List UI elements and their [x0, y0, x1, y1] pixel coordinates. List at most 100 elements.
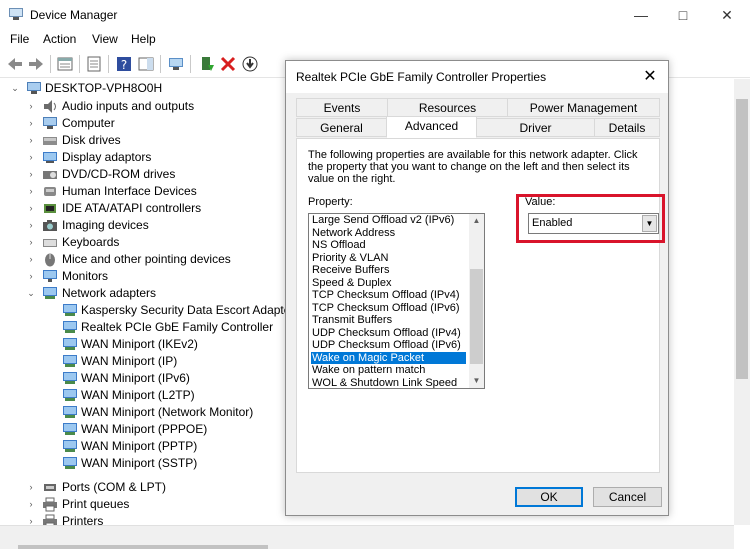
scan-hardware-icon[interactable] [167, 55, 185, 73]
property-item[interactable]: NS Offload [311, 239, 466, 252]
title-bar: Device Manager — □ ✕ [0, 0, 750, 30]
close-icon: ✕ [721, 7, 733, 23]
property-item-selected[interactable]: Wake on Magic Packet [311, 351, 466, 364]
toolbar-separator [108, 55, 109, 73]
chevron-right-icon[interactable]: › [26, 115, 36, 132]
chevron-right-icon[interactable]: › [26, 149, 36, 166]
svg-text:?: ? [121, 58, 127, 72]
tab-details[interactable]: Details [594, 118, 660, 137]
download-icon[interactable] [241, 55, 259, 73]
tab-driver[interactable]: Driver [476, 118, 595, 137]
property-listbox[interactable]: Large Send Offload v2 (IPv6) Network Add… [308, 213, 485, 389]
menu-view[interactable]: View [92, 32, 118, 46]
tab-general[interactable]: General [296, 118, 387, 137]
scrollbar-thumb[interactable] [18, 545, 268, 549]
tree-horizontal-scrollbar[interactable] [0, 525, 734, 549]
tab-events[interactable]: Events [296, 98, 388, 117]
dialog-close-button[interactable]: ✕ [638, 65, 662, 89]
back-arrow-icon[interactable] [6, 55, 24, 73]
menu-file[interactable]: File [10, 32, 29, 46]
chevron-down-icon[interactable]: ⌄ [10, 80, 20, 97]
maximize-button[interactable]: □ [660, 0, 706, 30]
chevron-right-icon[interactable]: › [26, 217, 36, 234]
chevron-right-icon[interactable]: › [26, 513, 36, 525]
tree-item-label: Network adapters [62, 286, 157, 300]
property-item[interactable]: Receive Buffers [311, 264, 466, 277]
chevron-right-icon[interactable]: › [26, 166, 36, 183]
tree-child-label: WAN Miniport (Network Monitor) [81, 405, 254, 419]
close-button[interactable]: ✕ [704, 0, 750, 30]
property-item[interactable]: UDP Checksum Offload (IPv6) [311, 339, 466, 352]
minimize-button[interactable]: — [618, 0, 664, 30]
property-item[interactable]: Speed & Duplex [311, 277, 466, 290]
update-driver-icon[interactable] [198, 55, 216, 73]
uninstall-icon[interactable] [219, 55, 237, 73]
properties-sheet-icon[interactable] [56, 55, 74, 73]
chevron-right-icon[interactable]: › [26, 496, 36, 513]
network-adapter-icon [63, 423, 77, 435]
scroll-up-arrow-icon[interactable]: ▲ [469, 214, 484, 228]
scrollbar-thumb[interactable] [736, 99, 748, 379]
forward-arrow-icon[interactable] [27, 55, 45, 73]
property-item[interactable]: Network Address [311, 227, 466, 240]
network-adapter-icon [63, 304, 77, 316]
chevron-right-icon[interactable]: › [26, 132, 36, 149]
tree-item-label: Keyboards [62, 235, 120, 249]
cancel-button[interactable]: Cancel [593, 487, 662, 507]
tree-item-label: Print queues [62, 497, 130, 511]
property-item[interactable]: Wake on pattern match [311, 364, 466, 377]
toolbar-separator [190, 55, 191, 73]
tree-vertical-scrollbar[interactable] [734, 79, 750, 525]
tree-child-label: WAN Miniport (L2TP) [81, 388, 195, 402]
toolbar-separator [79, 55, 80, 73]
mouse-icon [45, 253, 55, 267]
chevron-right-icon[interactable]: › [26, 479, 36, 496]
property-item[interactable]: TCP Checksum Offload (IPv6) [311, 302, 466, 315]
tab-power-management[interactable]: Power Management [507, 98, 660, 117]
property-list-scrollbar[interactable]: ▲ ▼ [469, 214, 484, 388]
hid-icon [44, 187, 56, 196]
details-list-icon[interactable] [85, 55, 103, 73]
network-adapter-icon [63, 406, 77, 418]
tree-item-label: Audio inputs and outputs [62, 99, 195, 113]
scrollbar-thumb[interactable] [470, 269, 483, 364]
property-item[interactable]: TCP Checksum Offload (IPv4) [311, 289, 466, 302]
menu-action[interactable]: Action [43, 32, 76, 46]
network-adapter-icon [63, 338, 77, 350]
tree-child-label: Realtek PCIe GbE Family Controller [81, 320, 274, 334]
value-dropdown[interactable]: Enabled ▼ [528, 213, 659, 234]
help-icon[interactable]: ? [115, 55, 133, 73]
menu-help[interactable]: Help [131, 32, 156, 46]
tree-item-label: Display adaptors [62, 150, 152, 164]
property-item[interactable]: WOL & Shutdown Link Speed [311, 377, 466, 389]
ok-button[interactable]: OK [515, 487, 583, 507]
chevron-right-icon[interactable]: › [26, 251, 36, 268]
property-item[interactable]: UDP Checksum Offload (IPv4) [311, 327, 466, 340]
network-adapter-icon [63, 321, 77, 333]
chevron-right-icon[interactable]: › [26, 234, 36, 251]
tree-child-label: WAN Miniport (PPPOE) [81, 422, 208, 436]
chevron-right-icon[interactable]: › [26, 183, 36, 200]
chevron-down-icon[interactable]: ▼ [642, 215, 657, 232]
chevron-right-icon[interactable]: › [26, 200, 36, 217]
dialog-title: Realtek PCIe GbE Family Controller Prope… [296, 70, 547, 84]
chevron-right-icon[interactable]: › [26, 98, 36, 115]
camera-icon [43, 220, 57, 231]
keyboard-icon [43, 239, 57, 247]
scroll-down-arrow-icon[interactable]: ▼ [469, 374, 484, 388]
action-pane-icon[interactable] [137, 55, 155, 73]
tree-item-label: Human Interface Devices [62, 184, 197, 198]
chevron-down-icon[interactable]: ⌄ [26, 285, 36, 302]
advanced-description: The following properties are available f… [308, 149, 638, 185]
property-item[interactable]: Transmit Buffers [311, 314, 466, 327]
tree-item-label: Mice and other pointing devices [62, 252, 231, 266]
network-adapter-icon [43, 287, 57, 299]
tab-advanced[interactable]: Advanced [386, 116, 477, 138]
property-label: Property: [308, 196, 353, 208]
tab-resources[interactable]: Resources [387, 98, 508, 117]
property-item[interactable]: Priority & VLAN [311, 252, 466, 265]
device-manager-app-icon [9, 8, 23, 20]
property-item[interactable]: Large Send Offload v2 (IPv6) [311, 214, 466, 227]
value-dropdown-text: Enabled [532, 217, 573, 229]
chevron-right-icon[interactable]: › [26, 268, 36, 285]
